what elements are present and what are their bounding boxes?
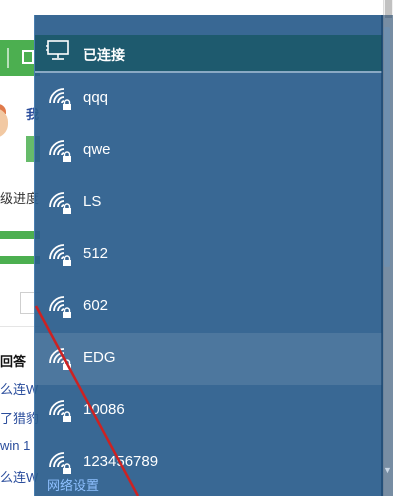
wifi-network-item[interactable]: 602 — [35, 281, 382, 333]
wifi-network-item[interactable]: qwe — [35, 125, 382, 177]
monitor-icon[interactable] — [22, 50, 34, 64]
connected-header: 已连接 — [35, 35, 382, 73]
wifi-network-item[interactable]: qqq — [35, 73, 382, 125]
flyout-scrollbar-thumb[interactable] — [384, 27, 390, 267]
wifi-secured-icon — [49, 88, 71, 110]
wifi-network-name: qqq — [83, 89, 109, 106]
wifi-network-item[interactable]: 512 — [35, 229, 382, 281]
flyout-scrollbar[interactable]: ▼ — [381, 15, 393, 496]
question-link[interactable]: 么连W — [0, 467, 38, 486]
wifi-secured-icon — [49, 192, 71, 214]
question-link[interactable]: win 1 — [0, 438, 30, 453]
network-settings-link[interactable]: 网络设置 — [47, 475, 99, 494]
avatar — [0, 108, 8, 138]
wifi-secured-icon — [49, 244, 71, 266]
wifi-network-name: LS — [83, 193, 102, 210]
connected-label: 已连接 — [83, 47, 125, 63]
wifi-network-name: qwe — [83, 141, 111, 158]
wifi-secured-icon — [49, 400, 71, 422]
wifi-network-name: 512 — [83, 245, 109, 262]
question-link[interactable]: 么连W — [0, 379, 38, 398]
network-monitor-icon — [46, 40, 69, 60]
wifi-network-name: 10086 — [83, 401, 125, 418]
wifi-secured-icon — [49, 296, 71, 318]
wifi-network-name: 602 — [83, 297, 109, 314]
toolbar-separator — [7, 48, 9, 68]
scroll-down-arrow-icon[interactable]: ▼ — [383, 465, 392, 475]
wifi-network-item[interactable]: LS — [35, 177, 382, 229]
network-flyout: 已连接 qqq qwe LS 512 602 EDG 10086 1234567… — [34, 15, 383, 496]
wifi-network-name: 123456789 — [83, 453, 159, 470]
wifi-network-item[interactable]: EDG — [35, 333, 382, 385]
wifi-secured-icon — [49, 140, 71, 162]
answers-heading: 回答 — [0, 354, 27, 369]
wifi-network-item[interactable]: 10086 — [35, 385, 382, 437]
wifi-secured-icon — [49, 452, 71, 474]
wifi-secured-icon — [49, 348, 71, 370]
wifi-network-name: EDG — [83, 349, 116, 366]
